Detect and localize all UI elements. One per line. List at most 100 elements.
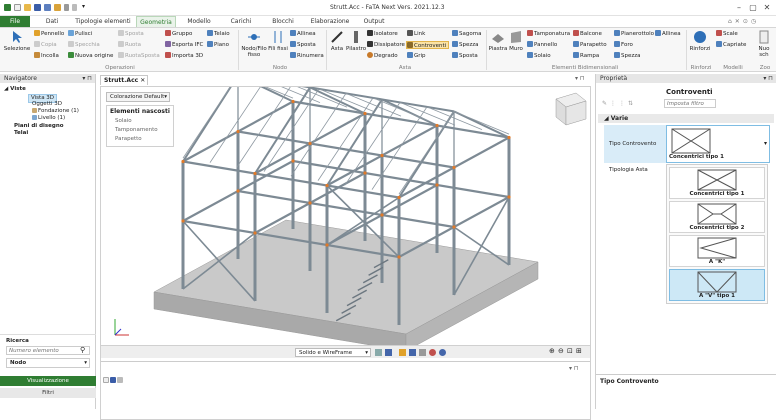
joint-node[interactable] — [507, 135, 511, 140]
selezione-button[interactable]: Selezione — [3, 30, 31, 52]
solaio-button[interactable]: Solaio — [527, 52, 551, 60]
quick-access-dropdown[interactable]: ▾ — [82, 3, 85, 10]
pianerottolo-button[interactable]: Pianerottolo — [614, 30, 654, 38]
tab-output[interactable]: Output — [360, 16, 388, 27]
option-v-tipo-1[interactable]: A "V" tipo 1 — [669, 269, 765, 301]
tab-tipologie[interactable]: Tipologie elementi — [72, 16, 134, 27]
beam[interactable] — [292, 100, 510, 139]
hidden-item[interactable]: Solaio — [107, 117, 173, 126]
sposta-button[interactable]: Sposta — [118, 30, 144, 38]
esporta-ifc-button[interactable]: Esporta IFC — [165, 41, 203, 49]
beam[interactable] — [182, 160, 400, 199]
axis-y[interactable] — [114, 328, 122, 336]
joint-node[interactable] — [253, 171, 257, 176]
capriate-button[interactable]: Capriate — [716, 41, 746, 49]
pennello-button[interactable]: Pennello — [34, 30, 64, 38]
joint-node[interactable] — [308, 141, 312, 146]
search-input[interactable] — [6, 346, 90, 355]
joint-node[interactable] — [236, 129, 240, 134]
properties-toolbar-icons[interactable]: ✎⋮⋮⇅ — [602, 100, 636, 107]
importa-3d-button[interactable]: Importa 3D — [165, 52, 203, 60]
controventi-button[interactable]: Controventi — [406, 41, 450, 49]
joint-node[interactable] — [380, 153, 384, 158]
tab-geometria[interactable]: Geometria — [136, 16, 176, 27]
minimize-button[interactable]: – — [732, 2, 746, 13]
filter-input[interactable] — [664, 99, 716, 108]
parapetto-button[interactable]: Parapetto — [573, 41, 607, 49]
roof-rafter[interactable] — [237, 74, 294, 103]
joint-node[interactable] — [291, 99, 295, 104]
allinea-bidim-button[interactable]: Allinea — [655, 30, 681, 38]
zoom-window-icon[interactable]: ⊡ — [567, 347, 573, 355]
hidden-item[interactable]: Tamponamento — [107, 126, 173, 135]
incolla-button[interactable]: Incolla — [34, 52, 59, 60]
option-concentrici-2[interactable]: Concentrici tipo 2 — [669, 201, 765, 233]
spezza-button[interactable]: Spezza — [452, 41, 479, 49]
panel-pin-icon[interactable]: ▾ ⊓ — [575, 75, 585, 82]
print-icon[interactable] — [54, 4, 61, 11]
joint-node[interactable] — [452, 165, 456, 170]
isolatore-button[interactable]: Isolatore — [367, 30, 398, 38]
undo-icon[interactable] — [64, 4, 69, 11]
roof-rafter[interactable] — [182, 74, 239, 163]
joint-node[interactable] — [325, 243, 329, 247]
print-view-icon[interactable] — [419, 349, 426, 356]
grip-button[interactable]: Grip — [407, 52, 426, 60]
foro-button[interactable]: Foro — [614, 41, 633, 49]
element-type-select[interactable]: Nodo ▾ — [6, 358, 90, 368]
degrado-button[interactable]: Degrado — [367, 52, 398, 60]
console-toolbar[interactable] — [103, 377, 124, 384]
chevron-down-icon[interactable]: ▾ — [764, 140, 767, 147]
joint-node[interactable] — [435, 123, 439, 128]
pulisci-button[interactable]: Pulisci — [68, 30, 92, 38]
ruota-sposta-button[interactable]: RuotaSposta — [118, 52, 160, 60]
allinea-button[interactable]: Allinea — [290, 30, 316, 38]
piastra-button[interactable]: Piastra — [488, 30, 508, 52]
joint-node[interactable] — [291, 159, 295, 163]
piano-button[interactable]: Piano — [207, 41, 229, 49]
tipo-controvento-select[interactable]: Concentrici tipo 1 ▾ — [666, 125, 770, 163]
redo-icon[interactable] — [72, 4, 77, 11]
tree-oggetti-3d[interactable]: Oggetti 3D — [32, 101, 62, 108]
sagoma-button[interactable]: Sagoma — [452, 30, 481, 38]
tree-telai[interactable]: Telai — [14, 130, 28, 137]
sposta-asta-button[interactable]: Sposta — [452, 52, 478, 60]
spezza-bidim-button[interactable]: Spezza — [614, 52, 641, 60]
fili-fissi-button[interactable]: Fili fissi — [268, 30, 288, 52]
panel-pin-icon[interactable]: ▾ ⊓ — [569, 365, 579, 372]
panel-pin-icon[interactable]: ▾ ⊓ — [763, 74, 773, 83]
clear-log-icon[interactable] — [117, 377, 123, 383]
joint-node[interactable] — [363, 171, 367, 175]
sposta-nodo-button[interactable]: Sposta — [290, 41, 316, 49]
hidden-item[interactable]: Parapetto — [107, 135, 173, 144]
joint-node[interactable] — [325, 183, 329, 188]
search-icon[interactable]: ⚲ — [80, 346, 85, 354]
nuovo-schema-button[interactable]: Nuo sch — [754, 30, 774, 58]
ribbon-toolbar-icons[interactable]: ⌂✕⊙◷ — [728, 18, 772, 25]
screenshot-icon[interactable] — [409, 349, 416, 356]
tab-blocchi[interactable]: Blocchi — [268, 16, 298, 27]
save-as-icon[interactable] — [44, 4, 51, 11]
joint-node[interactable] — [363, 111, 367, 116]
joint-node[interactable] — [236, 189, 240, 193]
view-mode-icon[interactable] — [375, 349, 382, 356]
joint-node[interactable] — [181, 159, 185, 164]
collapse-icon[interactable]: ◢ — [604, 115, 609, 122]
nuova-origine-button[interactable]: Nuova origine — [68, 52, 113, 60]
structure-3d-model[interactable] — [101, 74, 590, 361]
rinforzi-button[interactable]: Rinforzi — [688, 30, 712, 52]
joint-node[interactable] — [397, 255, 401, 259]
save-log-icon[interactable] — [110, 377, 116, 383]
joint-node[interactable] — [181, 219, 185, 223]
joint-node[interactable] — [452, 225, 456, 229]
tree-piani-disegno[interactable]: Piani di disegno — [14, 123, 64, 130]
pannello-button[interactable]: Pannello — [527, 41, 557, 49]
zoom-in-icon[interactable]: ⊕ — [549, 347, 555, 355]
scale-button[interactable]: Scale — [716, 30, 738, 38]
link-button[interactable]: Link — [407, 30, 425, 38]
joint-node[interactable] — [308, 201, 312, 205]
tamponatura-button[interactable]: Tamponatura — [527, 30, 570, 38]
option-concentrici-1[interactable]: Concentrici tipo 1 — [669, 167, 765, 199]
tree-viste[interactable]: ◢ Viste — [4, 86, 26, 93]
tab-elaborazione[interactable]: Elaborazione — [310, 16, 350, 27]
